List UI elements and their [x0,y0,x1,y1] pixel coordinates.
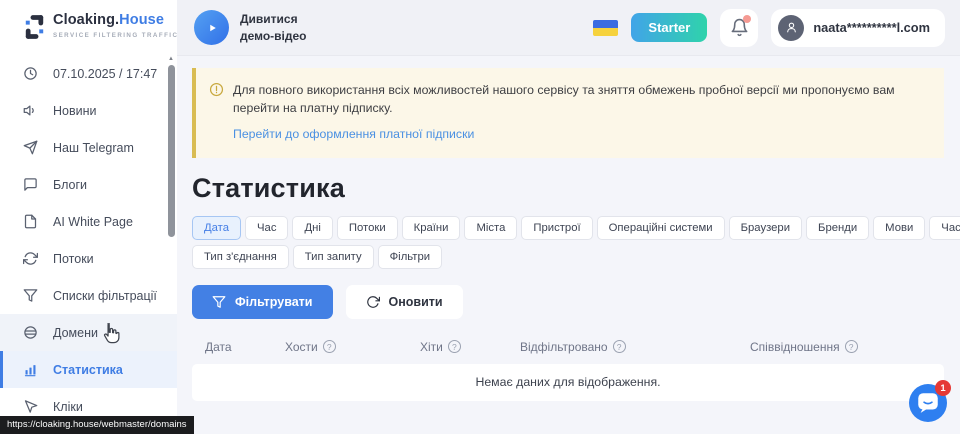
sidebar-item-filter-lists[interactable]: Списки фільтрації [0,277,177,314]
page-icon [23,214,38,229]
globe-icon [23,325,38,340]
tab[interactable]: Дні [292,216,332,240]
brand-tagline: SERVICE FILTERING TRAFFIC [53,32,178,39]
help-icon[interactable]: ? [448,340,461,353]
sidebar-item-label: Наш Telegram [53,141,134,155]
brand-name: Cloaking.House [53,13,178,29]
ukraine-flag-icon[interactable] [593,20,618,36]
subscription-link[interactable]: Перейти до оформлення платної підписки [233,127,474,141]
sync-icon [23,251,38,266]
column-header: Хости? [285,340,420,354]
tab[interactable]: Потоки [337,216,398,240]
play-demo-button[interactable] [194,10,229,45]
refresh-button[interactable]: Оновити [346,285,463,319]
cursor-icon [23,399,38,414]
sidebar-item-label: Статистика [53,363,123,377]
trial-banner: Для повного використання всіх можливосте… [192,68,944,158]
sidebar-item-label: Новини [53,104,97,118]
avatar [778,15,804,41]
tab[interactable]: Операційні системи [597,216,725,240]
tab[interactable]: Пристрої [521,216,592,240]
column-header: Співвідношення? [750,340,944,354]
tab[interactable]: Міста [464,216,517,240]
scrollbar-thumb[interactable] [168,65,175,237]
sidebar-item-label: Кліки [53,400,83,414]
sidebar-item-ai-white-page[interactable]: AI White Page [0,203,177,240]
help-icon[interactable]: ? [323,340,336,353]
filter-button[interactable]: Фільтрувати [192,285,333,319]
empty-state: Немає даних для відображення. [192,364,944,401]
stats-table: ДатаХости?Хіти?Відфільтровано?Співвіднош… [192,333,944,401]
sidebar-item-label: AI White Page [53,215,133,229]
tab[interactable]: Час [245,216,288,240]
actions-row: Фільтрувати Оновити [192,285,944,319]
chat-unread-badge: 1 [935,380,951,396]
banner-text: Для повного використання всіх можливосте… [233,81,929,118]
play-icon [205,21,219,35]
logo: Cloaking.House SERVICE FILTERING TRAFFIC [0,0,177,40]
sidebar-item-statistics[interactable]: Статистика [0,351,177,388]
topbar: Дивитися демо-відео Starter [177,0,960,56]
funnel-icon [212,295,226,309]
sidebar-nav: 07.10.2025 / 17:47 Новини Наш Telegram Блог… [0,55,177,425]
sidebar-item-label: Списки фільтрації [53,289,157,303]
sidebar-item-label: 07.10.2025 / 17:47 [53,67,157,81]
tab[interactable]: Тип з'єднання [192,245,289,269]
sidebar: Cloaking.House SERVICE FILTERING TRAFFIC… [0,0,177,434]
megaphone-icon [23,103,38,118]
sidebar-item-domains[interactable]: Домени [0,314,177,351]
tab[interactable]: Мови [873,216,925,240]
stat-tabs: ДатаЧасДніПотокиКраїниМістаПристроїОпера… [192,216,944,269]
bar-chart-icon [23,362,38,377]
help-icon[interactable]: ? [613,340,626,353]
sidebar-item-news[interactable]: Новини [0,92,177,129]
notifications-button[interactable] [720,9,758,47]
chat-button[interactable]: 1 [909,384,947,422]
plan-badge-button[interactable]: Starter [631,13,707,42]
tab[interactable]: Тип запиту [293,245,374,269]
tab[interactable]: Фільтри [378,245,442,269]
column-header: Відфільтровано? [520,340,750,354]
help-icon[interactable]: ? [845,340,858,353]
sidebar-item-streams[interactable]: Потоки [0,240,177,277]
content: Для повного використання всіх можливосте… [177,56,960,434]
sidebar-item-label: Потоки [53,252,94,266]
browser-status-url: https://cloaking.house/webmaster/domains [0,416,194,434]
notification-dot [743,15,751,23]
sidebar-item-blogs[interactable]: Блоги [0,166,177,203]
main-area: Дивитися демо-відео Starter [177,0,960,434]
sidebar-item-telegram[interactable]: Наш Telegram [0,129,177,166]
tab[interactable]: Країни [402,216,461,240]
column-header: Хіти? [420,340,520,354]
topbar-right: Starter naata**********l.com [593,9,945,47]
column-header: Дата [205,340,285,354]
sidebar-scrollbar[interactable]: ▲ ▼ [166,56,176,431]
tab[interactable]: Часовий пояс [929,216,960,240]
refresh-icon [366,295,380,309]
app-window: Cloaking.House SERVICE FILTERING TRAFFIC… [0,0,960,434]
paper-plane-icon [23,140,38,155]
demo-video-label[interactable]: Дивитися демо-відео [240,11,307,43]
page-title: Статистика [192,173,944,204]
user-menu[interactable]: naata**********l.com [771,9,945,47]
chat-bubble-icon [23,177,38,192]
person-icon [785,21,798,34]
tab[interactable]: Браузери [729,216,802,240]
funnel-icon [23,288,38,303]
sidebar-item-label: Домени [53,326,98,340]
sidebar-item-datetime: 07.10.2025 / 17:47 [0,55,177,92]
table-header-row: ДатаХости?Хіти?Відфільтровано?Співвіднош… [192,333,944,361]
scroll-up-icon[interactable]: ▲ [168,56,174,63]
user-email: naata**********l.com [813,20,930,35]
tab[interactable]: Дата [192,216,241,240]
clock-icon [23,66,38,81]
logo-icon [25,14,44,40]
warning-icon [209,82,224,97]
sidebar-item-label: Блоги [53,178,87,192]
tab[interactable]: Бренди [806,216,869,240]
